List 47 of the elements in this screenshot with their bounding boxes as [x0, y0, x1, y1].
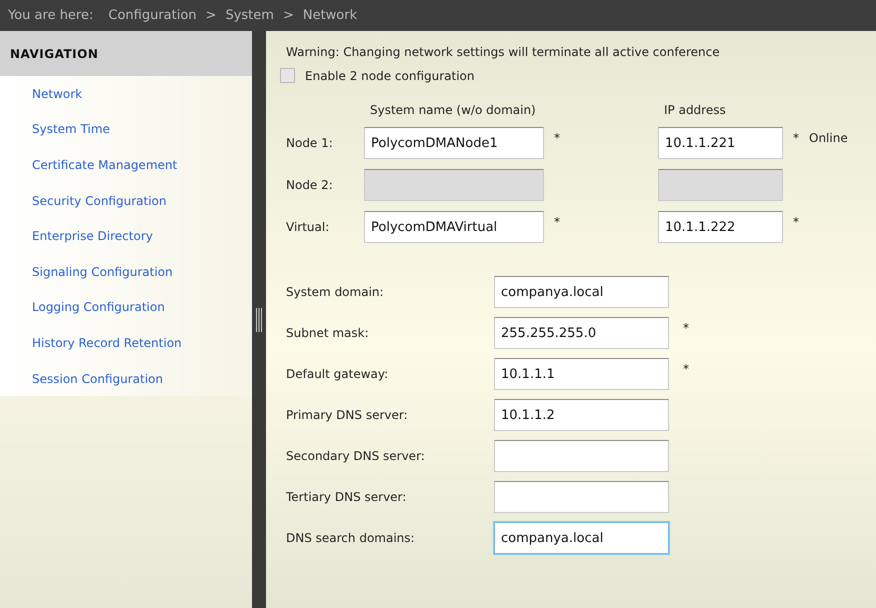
- checkbox[interactable]: [280, 68, 295, 83]
- name-field[interactable]: PolycomDMANode1: [364, 127, 544, 159]
- row-label: Virtual:: [286, 220, 330, 234]
- row-label: Node 2:: [286, 178, 334, 192]
- checkbox-label: Enable 2 node configuration: [305, 68, 474, 82]
- warning-text: Warning: Changing network settings will terminate all active conference: [286, 44, 721, 61]
- text-field[interactable]: [494, 481, 669, 513]
- field-label: Secondary DNS server:: [286, 449, 426, 463]
- breadcrumb-item: Configuration: [108, 8, 197, 23]
- field-label: DNS search domains:: [286, 531, 416, 545]
- navigation-link[interactable]: Network: [0, 76, 252, 112]
- text-field[interactable]: companya.local: [494, 522, 669, 554]
- navigation-link[interactable]: Security Configuration: [0, 182, 252, 218]
- required-mark: *: [792, 214, 799, 229]
- text-field[interactable]: [494, 440, 669, 472]
- ip-field[interactable]: 10.1.1.222: [658, 211, 783, 243]
- field-label: Default gateway:: [286, 367, 390, 381]
- field-label: Primary DNS server:: [286, 408, 409, 422]
- required-mark: *: [553, 130, 561, 145]
- grip-icon: [256, 308, 262, 332]
- breadcrumb-label: You are here:: [8, 8, 94, 23]
- column-header: System name (w/o domain): [369, 103, 537, 117]
- breadcrumb-item: System: [225, 8, 274, 23]
- field-label: System domain:: [286, 285, 385, 299]
- required-mark: *: [682, 320, 690, 335]
- row-label: Node 1:: [286, 136, 334, 150]
- navigation-title: NAVIGATION: [0, 31, 252, 76]
- breadcrumb-separator: >: [206, 8, 216, 23]
- navigation-link[interactable]: History Record Retention: [0, 325, 252, 361]
- navigation-link[interactable]: Certificate Management: [0, 147, 252, 183]
- text-field[interactable]: companya.local: [494, 276, 669, 308]
- field-label: Subnet mask:: [286, 326, 370, 340]
- name-field[interactable]: PolycomDMAVirtual: [364, 211, 544, 243]
- ip-field[interactable]: 10.1.1.221: [658, 127, 783, 159]
- required-mark: *: [792, 130, 799, 145]
- required-mark: *: [553, 214, 561, 229]
- status-text: Online: [809, 130, 848, 145]
- required-mark: *: [682, 361, 690, 376]
- navigation-link[interactable]: System Time: [0, 112, 252, 148]
- text-field[interactable]: 10.1.1.1: [494, 358, 669, 390]
- column-header: IP address: [663, 103, 727, 117]
- text-field[interactable]: 255.255.255.0: [494, 317, 669, 349]
- text-field[interactable]: 10.1.1.2: [494, 399, 669, 431]
- field-label: Tertiary DNS server:: [286, 490, 408, 504]
- navigation-link[interactable]: Session Configuration: [0, 360, 252, 396]
- breadcrumb-separator: >: [282, 8, 294, 23]
- breadcrumb-item: Network: [302, 8, 358, 23]
